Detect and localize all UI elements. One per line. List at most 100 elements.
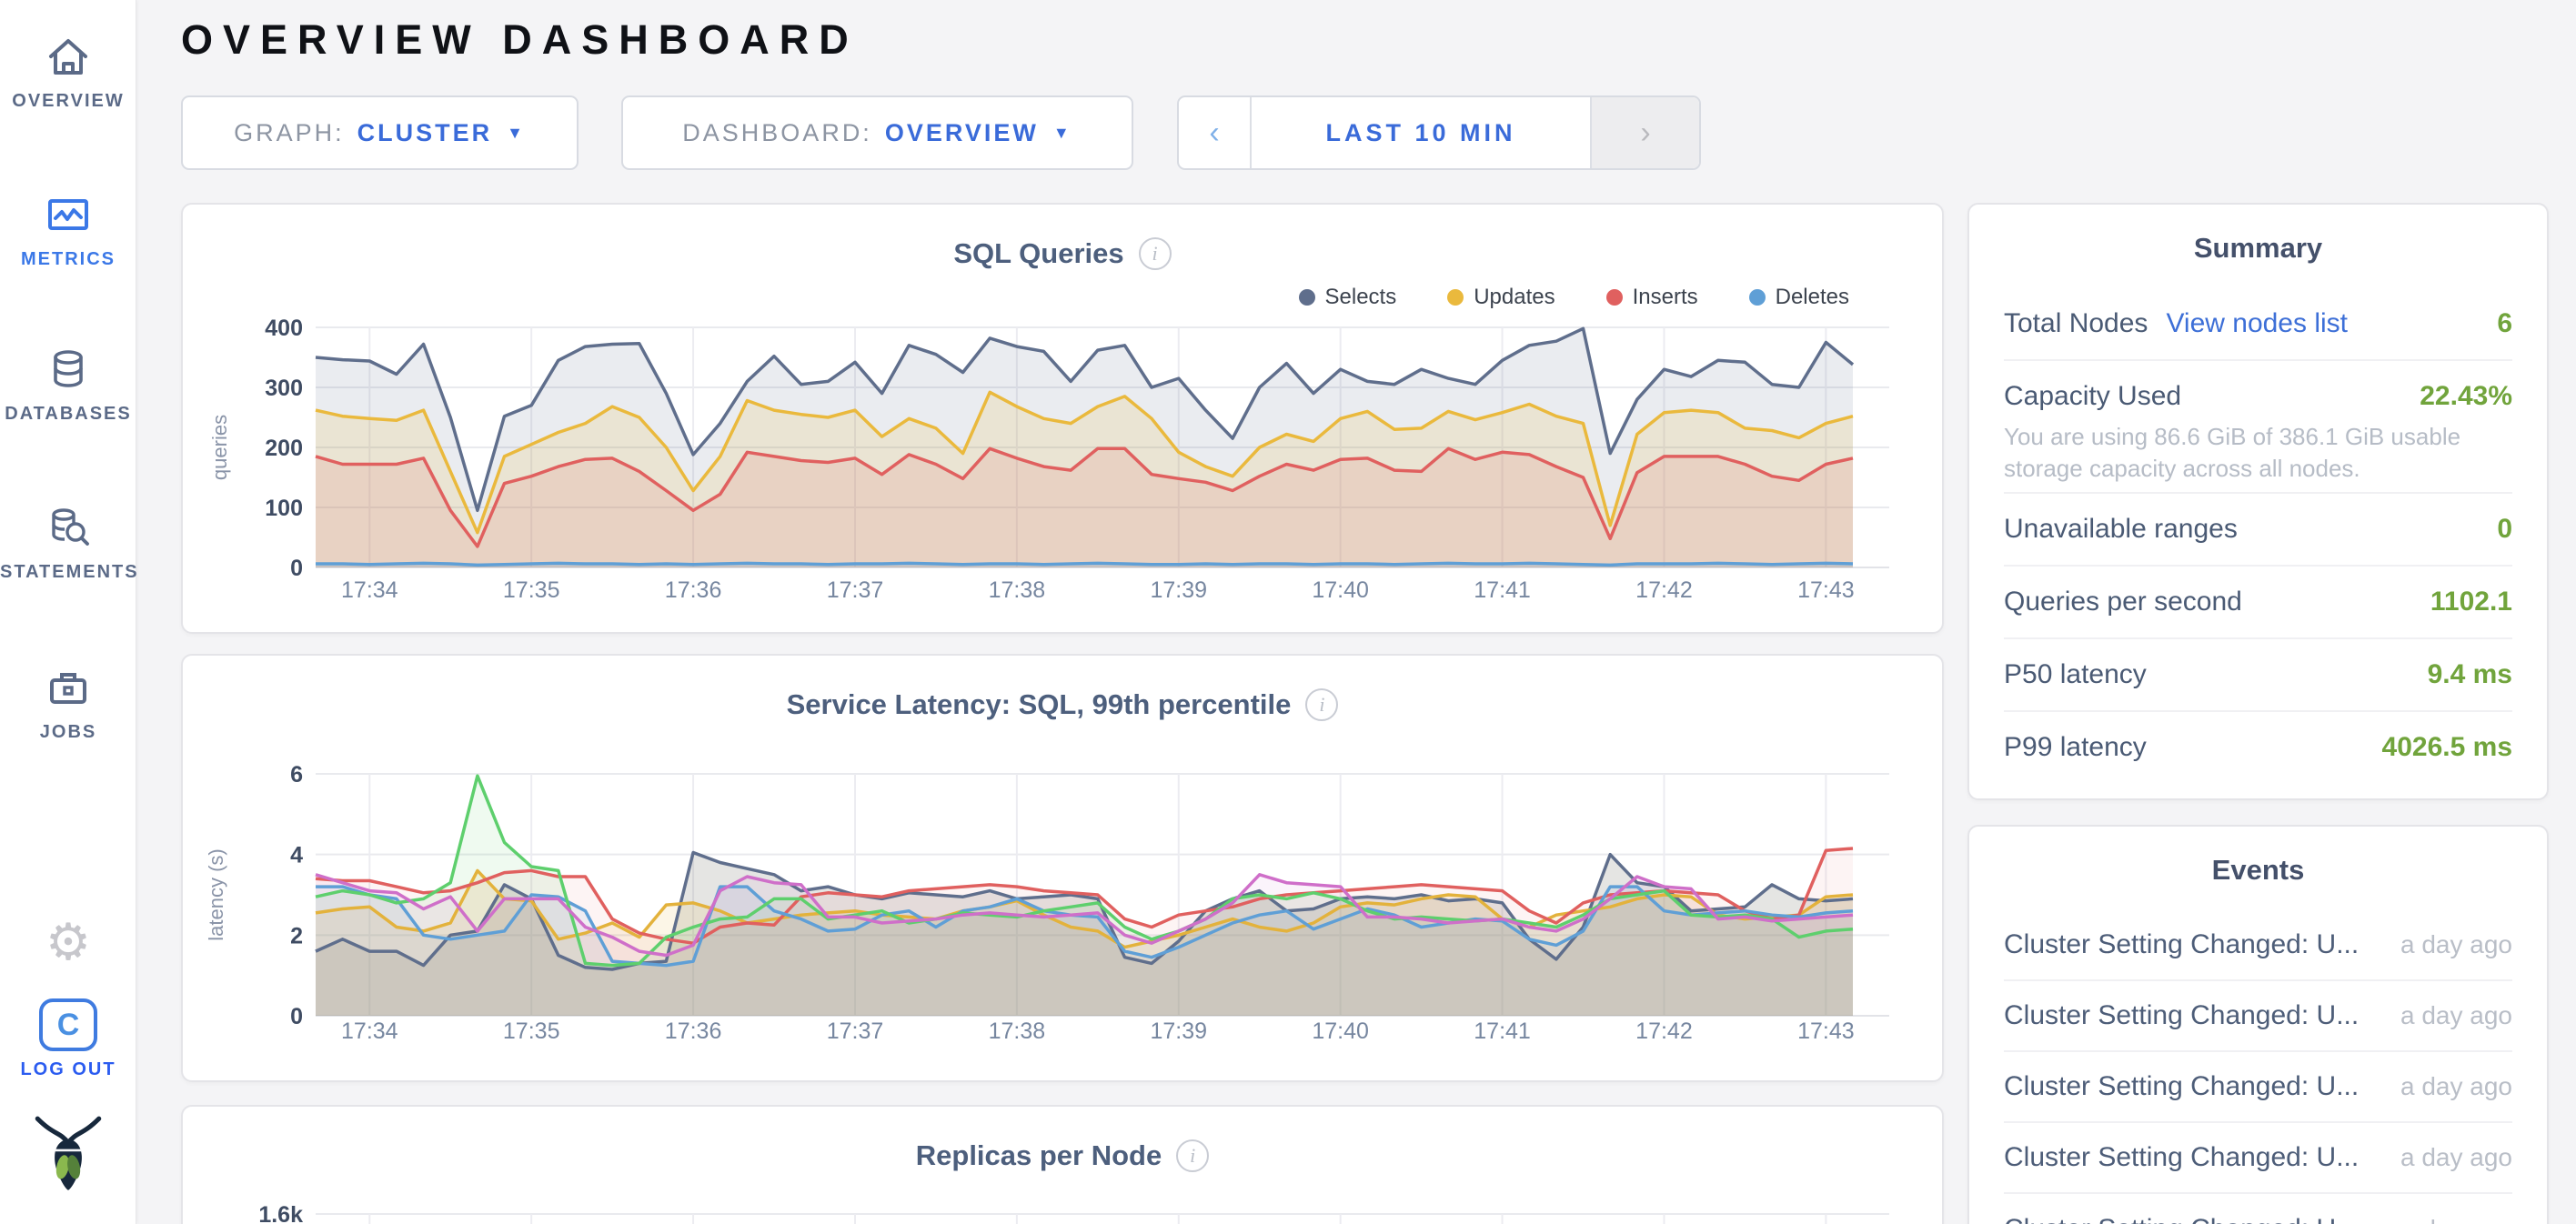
summary-row-value: 0 (2497, 514, 2512, 545)
svg-text:17:41: 17:41 (1474, 1018, 1531, 1044)
svg-text:17:35: 17:35 (503, 577, 560, 603)
summary-row-value: 9.4 ms (2428, 659, 2512, 690)
event-time: a day ago (2382, 1215, 2512, 1224)
c-logo-letter: C (57, 1008, 80, 1043)
sidebar-item-label: JOBS (40, 722, 96, 742)
summary-row-value: 4026.5 ms (2382, 732, 2512, 763)
svg-text:300: 300 (265, 376, 303, 401)
database-icon (43, 344, 94, 395)
event-row: Cluster Setting Changed: U... a day ago (2004, 910, 2512, 981)
dashboard-dropdown[interactable]: DASHBOARD: OVERVIEW ▼ (621, 95, 1133, 170)
svg-text:200: 200 (265, 436, 303, 461)
svg-text:17:42: 17:42 (1635, 1018, 1693, 1044)
svg-text:6: 6 (290, 762, 303, 788)
jobs-icon (43, 662, 94, 713)
events-panel: Events Cluster Setting Changed: U... a da… (1967, 825, 2549, 1224)
graph-dropdown-label: GRAPH: (234, 119, 345, 147)
svg-text:17:39: 17:39 (1150, 1018, 1207, 1044)
sidebar-item-label: METRICS (21, 249, 116, 269)
event-row: Cluster Setting Changed: U...a day ago (2004, 1194, 2512, 1224)
summary-row-note: You are using 86.6 GiB of 386.1 GiB usab… (2004, 421, 2512, 492)
svg-text:17:40: 17:40 (1312, 577, 1369, 603)
svg-text:queries: queries (208, 415, 231, 480)
svg-text:2: 2 (290, 923, 303, 948)
svg-text:latency (s): latency (s) (205, 848, 227, 940)
summary-panel: Summary Total Nodes View nodes list 6 Capac… (1967, 203, 2549, 800)
svg-text:17:43: 17:43 (1797, 1018, 1855, 1044)
logout-label: LOG OUT (0, 1059, 136, 1080)
chevron-down-icon: ▼ (507, 124, 526, 143)
events-title: Events (2004, 854, 2512, 887)
sidebar-item-overview[interactable]: OVERVIEW (0, 31, 136, 112)
event-time: a day ago (2382, 1143, 2512, 1172)
svg-text:17:34: 17:34 (341, 577, 398, 603)
time-window-label[interactable]: LAST 10 MIN (1252, 97, 1590, 168)
event-time: a day ago (2382, 930, 2512, 959)
dashboard-dropdown-label: DASHBOARD: (682, 119, 872, 147)
svg-text:17:36: 17:36 (665, 577, 722, 603)
summary-row-label: Queries per second (2004, 587, 2242, 617)
svg-text:17:42: 17:42 (1635, 577, 1693, 603)
summary-row: P99 latency 4026.5 ms (2004, 712, 2512, 785)
service-latency-panel: Service Latency: SQL, 99th percentile i … (181, 654, 1944, 1082)
svg-text:0: 0 (290, 1004, 303, 1029)
summary-row: Total Nodes View nodes list 6 (2004, 288, 2512, 361)
summary-row: Queries per second 1102.1 (2004, 567, 2512, 639)
graph-dropdown[interactable]: GRAPH: CLUSTER ▼ (181, 95, 579, 170)
chevron-down-icon: ▼ (1053, 124, 1072, 143)
cockroach-logo[interactable] (0, 1111, 136, 1199)
sidebar-item-databases[interactable]: DATABASES (0, 344, 136, 425)
sql-queries-panel: SQL Queries i SelectsUpdatesInsertsDelet… (181, 203, 1944, 634)
summary-row-value: 6 (2497, 308, 2512, 339)
event-label: Cluster Setting Changed: U... (2004, 1000, 2359, 1031)
event-row: Cluster Setting Changed: U...a day ago (2004, 1052, 2512, 1123)
svg-text:17:38: 17:38 (989, 577, 1046, 603)
metrics-icon (43, 189, 94, 240)
svg-text:1.6k: 1.6k (258, 1202, 303, 1224)
time-window-next-button[interactable]: › (1590, 97, 1699, 168)
logout-button[interactable]: C LOG OUT (0, 998, 136, 1080)
sidebar-item-label: STATEMENTS (0, 562, 139, 582)
summary-row-label: Total Nodes (2004, 308, 2148, 339)
page-title: OVERVIEW DASHBOARD (181, 16, 859, 64)
sidebar-item-label: OVERVIEW (12, 91, 124, 111)
svg-text:17:38: 17:38 (989, 1018, 1046, 1044)
svg-text:17:35: 17:35 (503, 1018, 560, 1044)
sidebar-item-statements[interactable]: STATEMENTS (0, 502, 136, 583)
svg-text:4: 4 (290, 843, 303, 868)
time-window-selector: ‹ LAST 10 MIN › (1177, 95, 1701, 170)
event-label: Cluster Setting Changed: U... (2004, 929, 2359, 960)
summary-row-label: P50 latency (2004, 659, 2147, 690)
svg-text:100: 100 (265, 496, 303, 521)
summary-row: P50 latency 9.4 ms (2004, 639, 2512, 712)
event-row: Cluster Setting Changed: U... a day ago (2004, 1123, 2512, 1194)
event-time: a day ago (2382, 1001, 2512, 1030)
summary-title: Summary (2004, 232, 2512, 265)
sidebar-item-metrics[interactable]: METRICS (0, 189, 136, 270)
view-nodes-list-link[interactable]: View nodes list (2166, 308, 2348, 339)
sidebar-item-jobs[interactable]: JOBS (0, 662, 136, 743)
summary-row-label: Capacity Used (2004, 381, 2181, 412)
dashboard-dropdown-value: OVERVIEW (885, 119, 1039, 147)
svg-text:17:36: 17:36 (665, 1018, 722, 1044)
svg-text:17:37: 17:37 (827, 577, 884, 603)
summary-row-label: Unavailable ranges (2004, 514, 2238, 545)
time-window-prev-button[interactable]: ‹ (1179, 97, 1252, 168)
event-label: Cluster Setting Changed: U... (2004, 1142, 2359, 1173)
statements-icon (43, 502, 94, 553)
svg-text:17:43: 17:43 (1797, 577, 1855, 603)
home-icon (43, 31, 94, 82)
event-label: Cluster Setting Changed: U... (2004, 1071, 2359, 1102)
replicas-per-node-chart: 1.6k17:3417:3517:3617:3717:3817:3917:401… (183, 1107, 1942, 1224)
svg-text:17:34: 17:34 (341, 1018, 398, 1044)
sidebar-item-label: DATABASES (5, 404, 131, 424)
summary-row-value: 1102.1 (2430, 587, 2512, 617)
graph-dropdown-value: CLUSTER (357, 119, 493, 147)
c-logo-icon: C (39, 998, 97, 1051)
sidebar: OVERVIEW METRICS DATABASES STATEMENTS JOBS ⚙… (0, 0, 136, 1224)
sql-queries-chart: 010020030040017:3417:3517:3617:3717:3817… (183, 205, 1942, 632)
summary-row-label: P99 latency (2004, 732, 2147, 763)
svg-text:17:37: 17:37 (827, 1018, 884, 1044)
summary-row-value: 22.43% (2420, 381, 2512, 412)
gear-icon[interactable]: ⚙ (0, 917, 136, 968)
